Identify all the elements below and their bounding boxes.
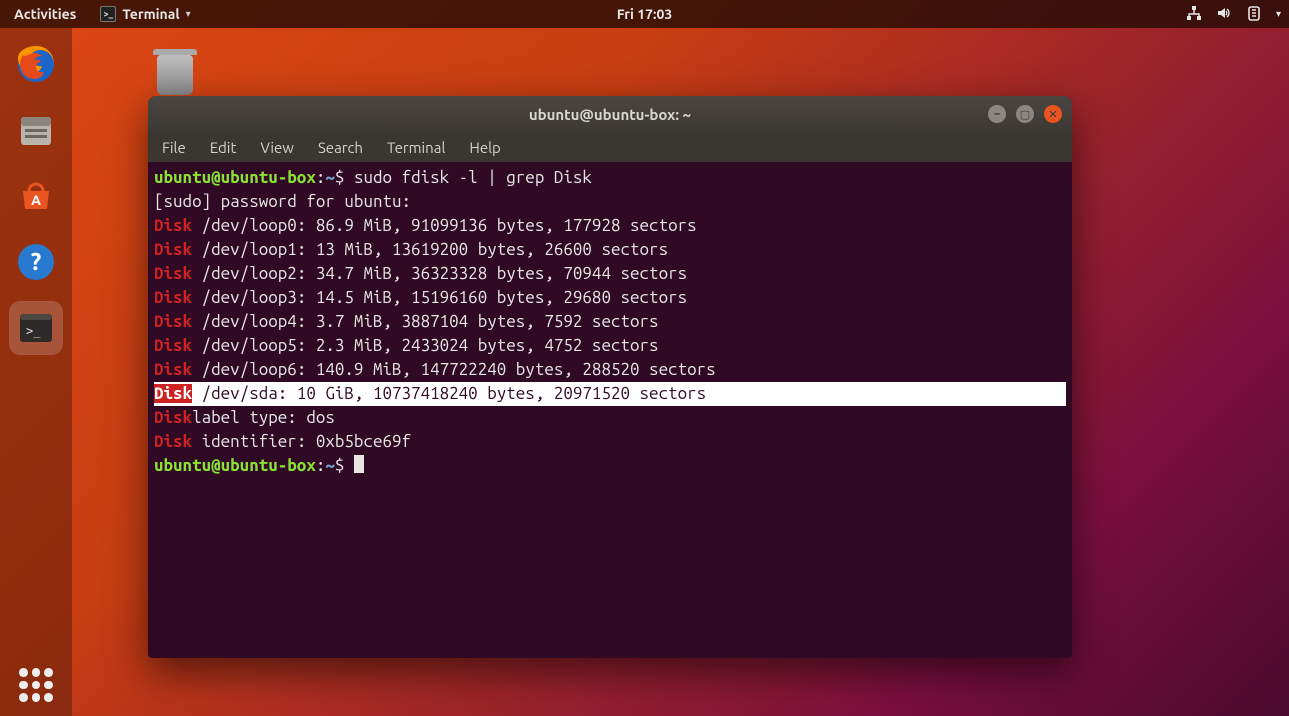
- menu-help[interactable]: Help: [469, 139, 500, 156]
- terminal-body[interactable]: ubuntu@ubuntu-box:~$ sudo fdisk -l | gre…: [148, 162, 1072, 482]
- power-icon[interactable]: [1246, 5, 1262, 24]
- software-launcher[interactable]: A: [10, 170, 62, 222]
- menu-terminal[interactable]: Terminal: [387, 139, 445, 156]
- terminal-app-icon: >_: [100, 6, 116, 22]
- title-bar[interactable]: ubuntu@ubuntu-box: ~ – ▢ ✕: [148, 96, 1072, 132]
- menu-bar: File Edit View Search Terminal Help: [148, 132, 1072, 162]
- maximize-button[interactable]: ▢: [1016, 105, 1034, 123]
- chevron-down-icon: ▾: [186, 8, 191, 20]
- svg-text:?: ?: [31, 248, 42, 275]
- activities-button[interactable]: Activities: [0, 6, 90, 22]
- show-applications-button[interactable]: [19, 668, 53, 702]
- dock: A ? >_: [0, 28, 72, 716]
- clock[interactable]: Fri 17:03: [617, 6, 673, 22]
- menu-search[interactable]: Search: [318, 139, 363, 156]
- help-launcher[interactable]: ?: [10, 236, 62, 288]
- close-button[interactable]: ✕: [1044, 105, 1062, 123]
- svg-text:A: A: [31, 192, 41, 208]
- network-icon[interactable]: [1186, 5, 1202, 24]
- volume-icon[interactable]: [1216, 5, 1232, 24]
- files-launcher[interactable]: [10, 104, 62, 156]
- system-chevron-icon[interactable]: ▾: [1276, 8, 1281, 20]
- terminal-launcher[interactable]: >_: [10, 302, 62, 354]
- window-title: ubuntu@ubuntu-box: ~: [529, 106, 691, 123]
- minimize-button[interactable]: –: [988, 105, 1006, 123]
- window-controls: – ▢ ✕: [988, 105, 1062, 123]
- system-tray: ▾: [1186, 5, 1281, 24]
- app-menu-label: Terminal: [122, 6, 179, 22]
- svg-text:>_: >_: [26, 324, 41, 338]
- menu-edit[interactable]: Edit: [210, 139, 237, 156]
- firefox-launcher[interactable]: [10, 38, 62, 90]
- menu-view[interactable]: View: [260, 139, 294, 156]
- menu-file[interactable]: File: [162, 139, 186, 156]
- top-bar: Activities >_ Terminal ▾ Fri 17:03 ▾: [0, 0, 1289, 28]
- terminal-window: ubuntu@ubuntu-box: ~ – ▢ ✕ File Edit Vie…: [148, 96, 1072, 658]
- app-menu[interactable]: >_ Terminal ▾: [90, 6, 200, 22]
